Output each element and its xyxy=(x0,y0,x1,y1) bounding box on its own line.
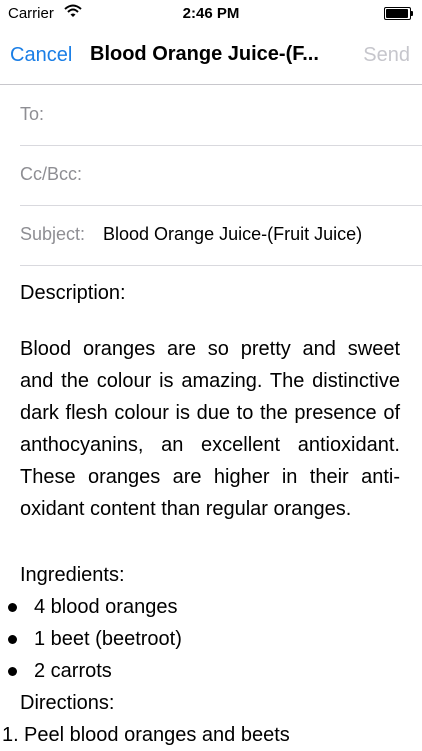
subject-value[interactable]: Blood Orange Juice-(Fruit Juice) xyxy=(103,224,362,245)
compose-title: Blood Orange Juice-(F... xyxy=(90,43,319,65)
to-field[interactable]: To: xyxy=(20,85,422,146)
to-label: To: xyxy=(20,104,45,124)
bullet-icon xyxy=(8,603,17,612)
ingredients-list: 4 blood oranges 1 beet (beetroot) 2 carr… xyxy=(8,591,400,687)
ingredient-text: 1 beet (beetroot) xyxy=(34,628,182,650)
direction-step: 1. Peel blood oranges and beets xyxy=(2,719,400,751)
status-bar: Carrier 2:46 PM xyxy=(0,0,422,28)
send-button[interactable]: Send xyxy=(363,44,410,67)
description-heading: Description: xyxy=(20,282,126,304)
directions-heading: Directions: xyxy=(20,692,115,714)
subject-field[interactable]: Subject: Blood Orange Juice-(Fruit Juice… xyxy=(20,205,422,266)
status-time: 2:46 PM xyxy=(182,5,240,22)
compose-nav-bar: Cancel Blood Orange Juice-(F... Send xyxy=(0,28,422,85)
list-item: 4 blood oranges xyxy=(8,591,400,623)
message-body[interactable]: Description: Blood oranges are so pretty… xyxy=(2,277,400,751)
cc-bcc-field[interactable]: Cc/Bcc: xyxy=(20,145,422,206)
cancel-button[interactable]: Cancel xyxy=(10,44,72,67)
step-number: 1. xyxy=(2,724,19,746)
subject-label: Subject: xyxy=(20,224,86,244)
list-item: 1 beet (beetroot) xyxy=(8,623,400,655)
description-text: Blood oranges are so pretty and sweet an… xyxy=(20,338,400,520)
ingredients-heading: Ingredients: xyxy=(20,564,125,586)
list-item: 2 carrots xyxy=(8,655,400,687)
bullet-icon xyxy=(8,667,17,676)
battery-icon xyxy=(384,7,414,20)
step-text: Peel blood oranges and beets xyxy=(24,724,290,746)
bullet-icon xyxy=(8,635,17,644)
cc-bcc-label: Cc/Bcc: xyxy=(20,164,83,184)
ingredient-text: 2 carrots xyxy=(34,660,112,682)
ingredient-text: 4 blood oranges xyxy=(34,596,178,618)
